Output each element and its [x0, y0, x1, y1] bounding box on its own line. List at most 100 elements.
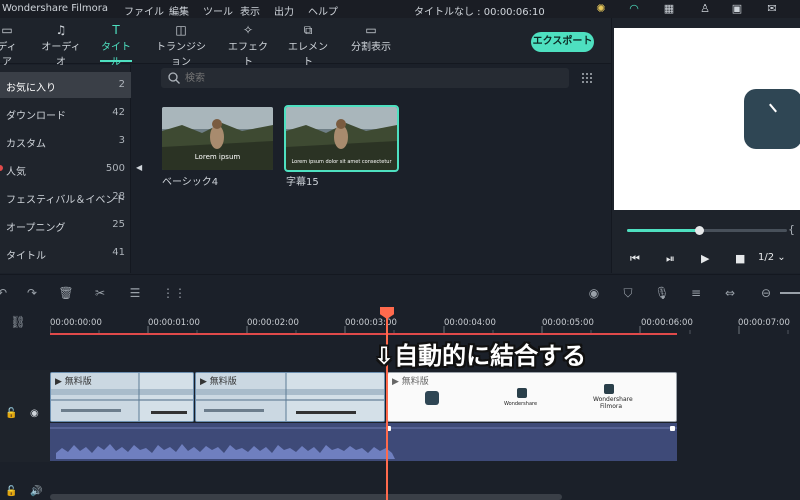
tab-transitions[interactable]: ◫ トランジション: [152, 22, 210, 68]
account-icon[interactable]: ♙: [698, 2, 712, 16]
play-icon[interactable]: ▶: [701, 252, 709, 265]
adjust-icon[interactable]: ☰: [127, 285, 143, 301]
cut-icon[interactable]: ✂: [92, 285, 108, 301]
timeline-scrollbar[interactable]: [50, 494, 562, 500]
export-button[interactable]: エクスポート: [531, 32, 594, 52]
play-badge-icon: ▶: [55, 377, 62, 387]
search-input[interactable]: [185, 70, 555, 86]
render-range-bar: [50, 333, 677, 335]
merge-annotation: ⇩自動的に結合する: [374, 342, 587, 370]
stop-icon[interactable]: ■: [735, 252, 745, 265]
fit-icon[interactable]: ⇔: [722, 285, 738, 301]
menu-tools[interactable]: ツール: [203, 3, 233, 18]
tab-elements[interactable]: ⧉ エレメント: [286, 22, 330, 68]
title-bar: Wondershare Filmora ファイル 編集 ツール 表示 出力 ヘル…: [0, 0, 800, 18]
menu-edit[interactable]: 編集: [169, 3, 189, 18]
brace-icon: {: [788, 223, 795, 236]
sidebar-item-popular[interactable]: 人気 500: [0, 156, 131, 182]
sidebar-item-titles[interactable]: タイトル 41: [0, 240, 131, 266]
tab-effects[interactable]: ✧ エフェクト: [228, 22, 268, 68]
progress-knob[interactable]: [695, 226, 704, 235]
folder-icon: ▭: [1, 23, 13, 37]
video-clip[interactable]: ▶ 無料版: [195, 372, 385, 422]
quality-select[interactable]: 1/2 ⌄: [758, 252, 786, 263]
media-toolbar: ▭ ディア ♫ オーディオ T タイトル ◫ トランジション ✧ エフェクト ⧉…: [0, 18, 611, 68]
search-icon: [168, 72, 180, 84]
playback-progress-bar[interactable]: [627, 226, 787, 235]
tab-audio[interactable]: ♫ オーディオ: [38, 22, 84, 68]
tick-label: 00:00:03:00: [345, 318, 397, 328]
track-header: 🔓 ◉: [0, 370, 50, 462]
menu-help[interactable]: ヘルプ: [308, 3, 338, 18]
tab-media[interactable]: ▭ ディア: [0, 22, 20, 68]
video-clip[interactable]: ▶ 無料版: [50, 372, 194, 422]
speaker-icon[interactable]: 🔊: [30, 486, 42, 497]
audio-waveform: [50, 427, 677, 459]
delete-icon[interactable]: 🗑: [58, 285, 74, 301]
undo-icon[interactable]: ↶: [0, 285, 10, 301]
sidebar-item-favorites[interactable]: お気に入り 2: [0, 72, 131, 98]
grid-view-icon[interactable]: [581, 72, 593, 84]
hot-badge-icon: [0, 165, 3, 171]
audio-track[interactable]: [50, 423, 677, 461]
lock-icon[interactable]: 🔓: [5, 408, 17, 419]
app-name: Wondershare Filmora: [2, 3, 108, 14]
play-badge-icon: ▶: [200, 377, 207, 387]
play-badge-icon: ▶: [392, 377, 399, 387]
thumbnail-overlay-text: Lorem ipsum dolor sit amet consectetur: [291, 159, 392, 165]
sidebar-item-opening[interactable]: オープニング 25: [0, 212, 131, 238]
clip-label: ▶ 無料版: [200, 377, 237, 387]
clip-brand-text: Wondershare: [504, 401, 538, 407]
mail-icon[interactable]: ✉: [765, 2, 779, 16]
menu-view[interactable]: 表示: [240, 3, 260, 18]
effect-icon: ✧: [242, 23, 254, 37]
menu-file[interactable]: ファイル: [124, 3, 164, 18]
timeline-toolbar: [0, 274, 800, 310]
audio-wave-icon[interactable]: ⋮⋮: [162, 285, 186, 301]
clip-label: ▶ 無料版: [392, 377, 429, 387]
microphone-icon[interactable]: 🎙: [654, 285, 670, 301]
prev-frame-icon[interactable]: ⏮: [630, 252, 640, 266]
zoom-out-icon[interactable]: ⊖: [758, 285, 774, 301]
redo-icon[interactable]: ↷: [24, 285, 40, 301]
thumbnail-overlay-text: Lorem ipsum: [194, 153, 241, 161]
lightbulb-icon[interactable]: ✺: [594, 2, 608, 16]
eye-icon[interactable]: ◉: [30, 408, 39, 419]
sidebar-item-downloads[interactable]: ダウンロード 42: [0, 100, 131, 126]
search-box[interactable]: [161, 68, 569, 88]
tick-label: 00:00:07:00: [738, 318, 790, 328]
element-icon: ⧉: [303, 23, 313, 37]
tab-titles[interactable]: T タイトル: [98, 22, 134, 68]
step-play-icon[interactable]: ⏯: [666, 252, 675, 266]
marker-icon[interactable]: ⛉: [620, 285, 636, 301]
lock-icon[interactable]: 🔓: [5, 486, 17, 497]
template-label-subtitle15: 字幕15: [286, 177, 319, 188]
tab-split-screen[interactable]: ▭ 分割表示: [348, 22, 394, 62]
collapse-sidebar-icon[interactable]: ◀: [136, 163, 142, 172]
gift-icon[interactable]: ▦: [662, 2, 676, 16]
preview-logo-tile: [744, 89, 800, 149]
tick-label: 00:00:04:00: [444, 318, 496, 328]
sidebar-item-festival-events[interactable]: フェスティバル＆イベント 28: [0, 184, 131, 210]
voiceover-icon[interactable]: ≡: [688, 285, 704, 301]
clip-brand-text: Wondershare: [593, 396, 633, 403]
headset-icon[interactable]: ◠: [627, 2, 641, 16]
zoom-slider[interactable]: [780, 292, 800, 294]
music-note-icon: ♫: [55, 23, 67, 37]
title-clip[interactable]: ▶ 無料版 Wondershare Wondershare Filmora: [387, 372, 677, 422]
render-icon[interactable]: ◉: [586, 285, 602, 301]
tick-label: 00:00:05:00: [542, 318, 594, 328]
link-icon[interactable]: ⛓: [10, 314, 26, 330]
title-template-subtitle15[interactable]: Lorem ipsum dolor sit amet consectetur: [284, 105, 399, 172]
clip-label: ▶ 無料版: [55, 377, 92, 387]
save-icon[interactable]: ▣: [730, 2, 744, 16]
category-sidebar: お気に入り 2 ダウンロード 42 カスタム 3 人気 500 フェスティバル＆…: [0, 65, 131, 273]
menu-export[interactable]: 出力: [274, 3, 294, 18]
logo-tile-icon: [425, 391, 439, 405]
sidebar-item-custom[interactable]: カスタム 3: [0, 128, 131, 154]
tick-label: 00:00:00:00: [50, 318, 102, 328]
clip-brand-text: Filmora: [600, 403, 623, 410]
split-screen-icon: ▭: [365, 23, 377, 37]
title-template-basic4[interactable]: Lorem ipsum: [162, 107, 273, 170]
audio-keyframe[interactable]: [670, 426, 675, 431]
